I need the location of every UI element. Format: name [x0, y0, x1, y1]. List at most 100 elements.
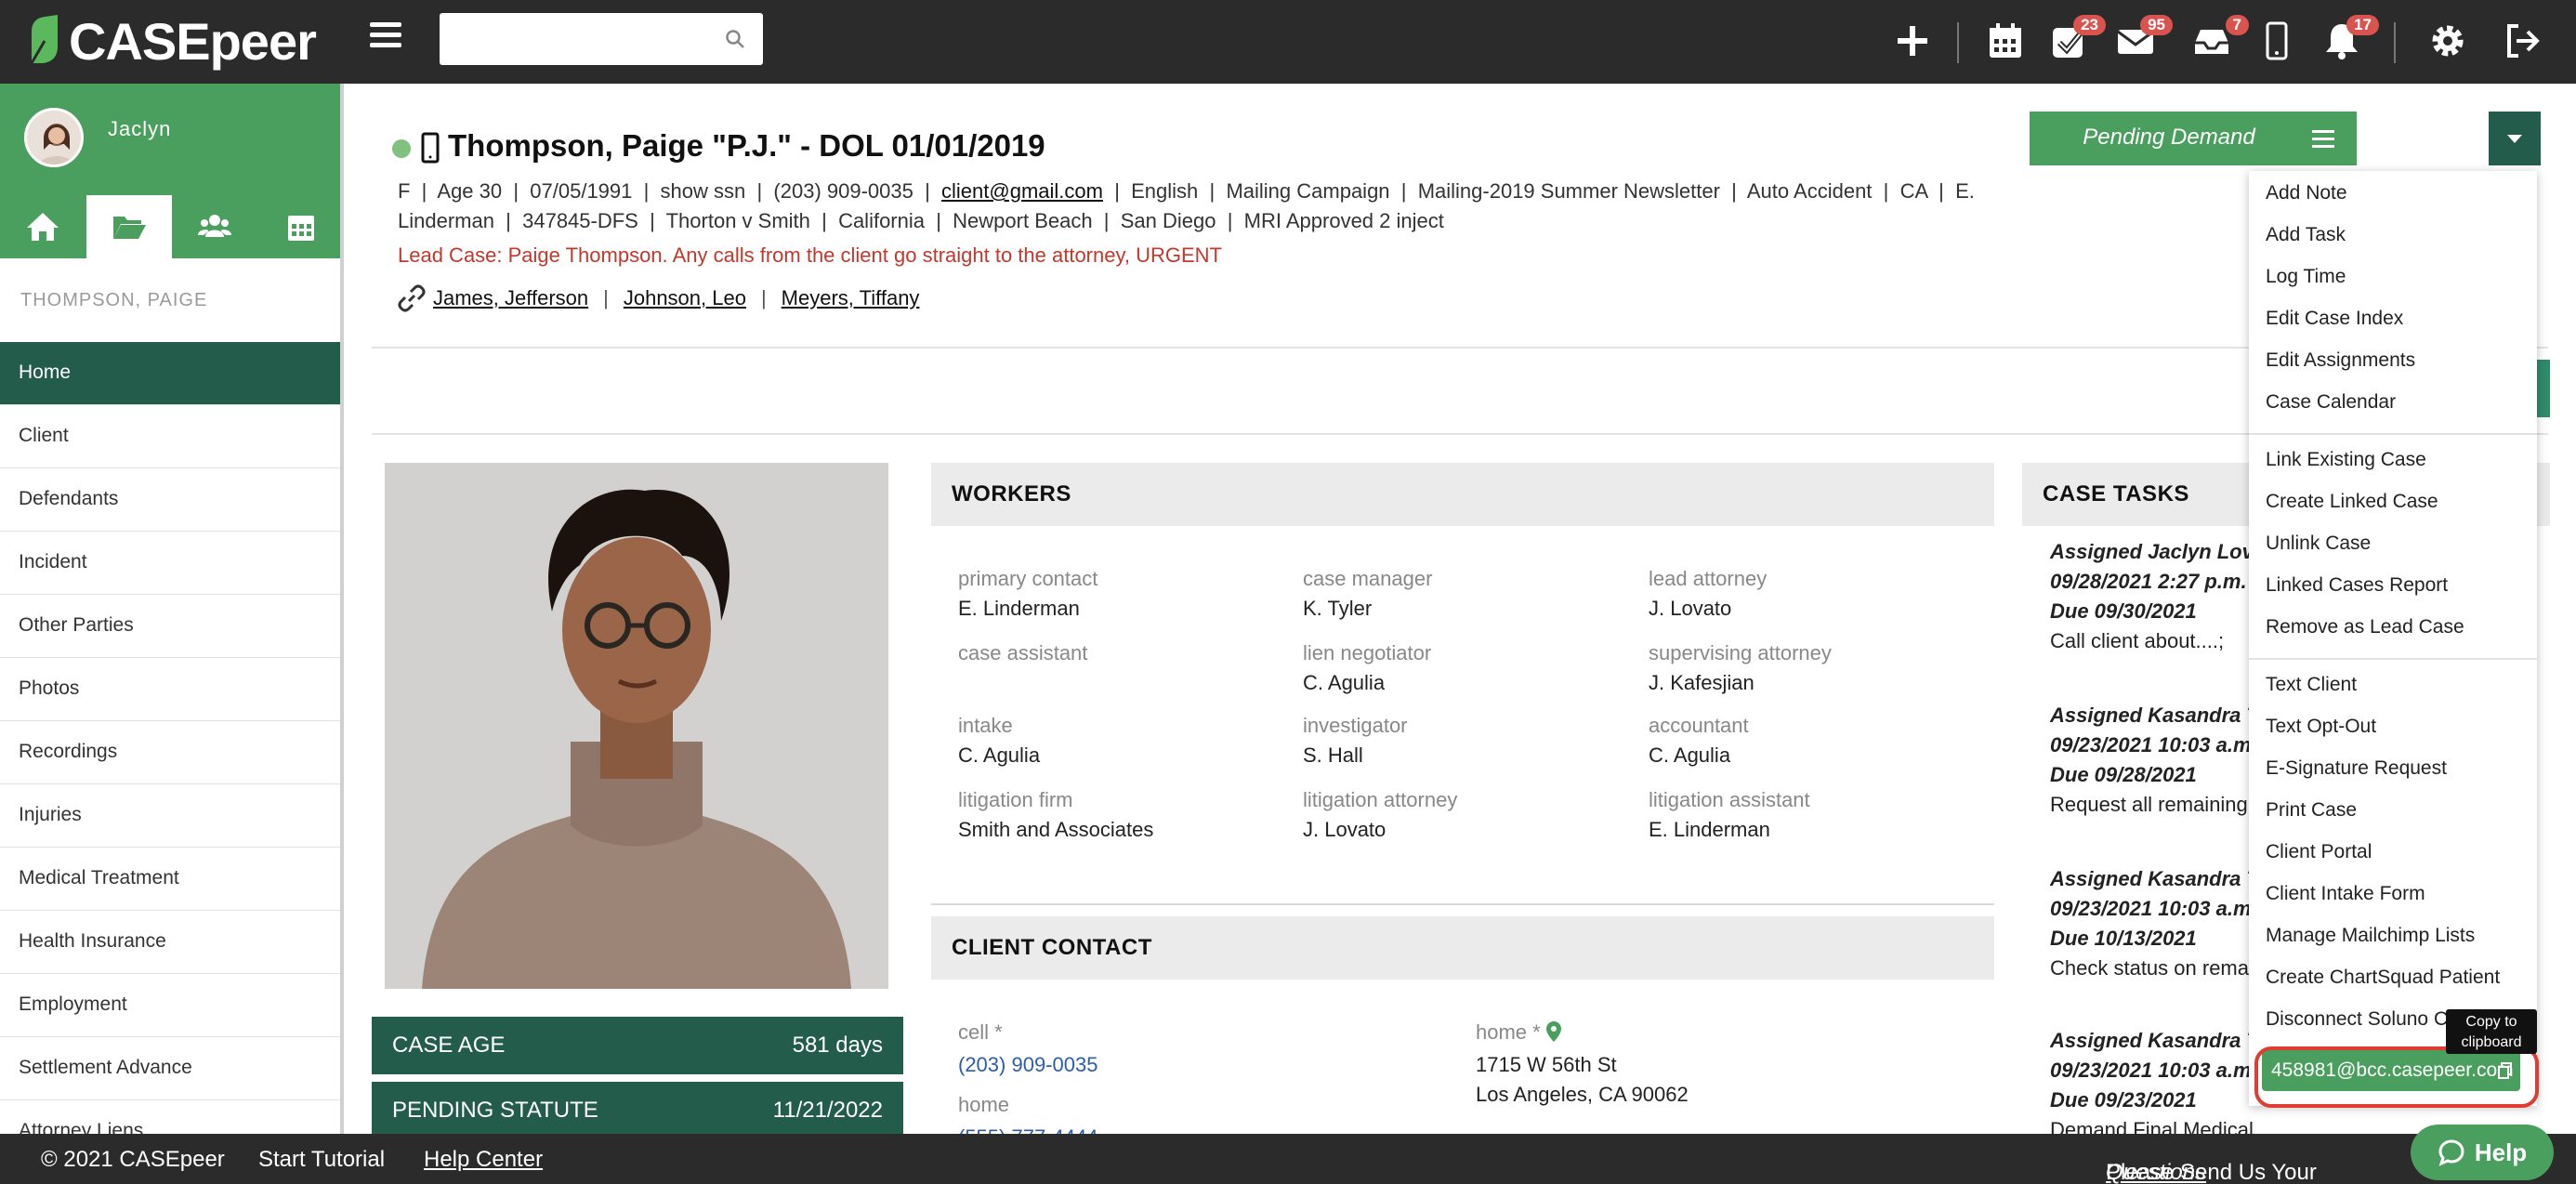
- menu-item-client-portal[interactable]: Client Portal: [2266, 841, 2372, 863]
- menu-item-remove-as-lead-case[interactable]: Remove as Lead Case: [2266, 616, 2464, 638]
- actions-dropdown-toggle[interactable]: [2489, 112, 2541, 165]
- sidebar-item-health-insurance[interactable]: Health Insurance: [0, 911, 340, 974]
- worker-litigation-assistant: litigation assistant E. Linderman: [1649, 788, 1810, 842]
- sidebar-item-medical-treatment[interactable]: Medical Treatment: [0, 848, 340, 911]
- menu-item-create-chartsquad-patient[interactable]: Create ChartSquad Patient: [2266, 967, 2500, 989]
- divider: [372, 347, 2548, 349]
- task-description: Call client about....;: [2050, 629, 2225, 652]
- linked-case-link[interactable]: Johnson, Leo: [624, 286, 746, 310]
- case-status-label: Pending Demand: [2083, 125, 2255, 150]
- tab-contacts[interactable]: [172, 195, 258, 258]
- worker-value: J. Kafesjian: [1649, 671, 1755, 694]
- start-tutorial-link[interactable]: Start Tutorial: [258, 1147, 385, 1173]
- worker-value: E. Linderman: [1649, 818, 1770, 841]
- home-phone-label: home: [958, 1093, 1010, 1116]
- footer: © 2021 CASEpeer Start Tutorial Help Cent…: [0, 1134, 2576, 1184]
- sidebar-item-other-parties[interactable]: Other Parties: [0, 595, 340, 658]
- linked-case-link[interactable]: James, Jefferson: [433, 286, 588, 310]
- menu-item-create-linked-case[interactable]: Create Linked Case: [2266, 491, 2438, 513]
- caret-down-icon: [2507, 134, 2522, 143]
- sidebar-item-defendants[interactable]: Defendants: [0, 468, 340, 532]
- add-icon[interactable]: [1888, 17, 1937, 65]
- sidebar-item-recordings[interactable]: Recordings: [0, 721, 340, 784]
- worker-value: C. Agulia: [958, 743, 1041, 767]
- search-input[interactable]: [440, 13, 763, 65]
- client-email-link[interactable]: client@gmail.com: [941, 179, 1103, 203]
- worker-supervising-attorney: supervising attorney J. Kafesjian: [1649, 641, 1832, 695]
- logout-icon[interactable]: [2498, 17, 2546, 65]
- menu-item-case-calendar[interactable]: Case Calendar: [2266, 391, 2396, 414]
- task-item[interactable]: Assigned Kasandra Tyler 09/23/2021 10:03…: [2050, 864, 2254, 983]
- mobile-phone-icon: [421, 132, 440, 164]
- task-item[interactable]: Assigned Kasandra Tyler 09/23/2021 10:03…: [2050, 701, 2254, 820]
- menu-toggle-icon[interactable]: [370, 22, 401, 48]
- avatar[interactable]: [24, 108, 84, 167]
- users-group-icon: [198, 215, 232, 237]
- sidebar-item-incident[interactable]: Incident: [0, 532, 340, 595]
- menu-item-e-signature-request[interactable]: E-Signature Request: [2266, 757, 2447, 780]
- worker-label: lien negotiator: [1303, 641, 1432, 664]
- tab-home[interactable]: [0, 195, 86, 258]
- menu-item-add-note[interactable]: Add Note: [2266, 182, 2347, 204]
- inbox-icon[interactable]: 7: [2188, 15, 2249, 65]
- help-button-label: Help: [2474, 1138, 2528, 1166]
- worker-label: investigator: [1303, 714, 1408, 737]
- menu-item-text-client[interactable]: Text Client: [2266, 674, 2357, 696]
- worker-value: S. Hall: [1303, 743, 1363, 767]
- menu-item-manage-mailchimp-lists[interactable]: Manage Mailchimp Lists: [2266, 925, 2475, 947]
- worker-label: supervising attorney: [1649, 641, 1832, 664]
- calendar-icon[interactable]: [1981, 17, 2030, 65]
- task-item[interactable]: Assigned Kasandra Tyler 09/23/2021 10:03…: [2050, 1026, 2254, 1145]
- settings-gear-icon[interactable]: [2424, 17, 2472, 65]
- home-address-line1: 1715 W 56th St: [1476, 1053, 1617, 1076]
- casepeer-logo[interactable]: CASEpeer: [26, 7, 317, 74]
- leaf-logo-icon: [30, 15, 58, 64]
- sidebar-item-home[interactable]: Home: [0, 342, 340, 405]
- task-item[interactable]: Assigned Jaclyn Lovato 09/28/2021 2:27 p…: [2050, 537, 2254, 656]
- sidebar-item-photos[interactable]: Photos: [0, 658, 340, 721]
- notifications-bell-icon[interactable]: 17: [2318, 15, 2379, 65]
- tab-calendar[interactable]: [258, 195, 345, 258]
- mail-icon[interactable]: 95: [2111, 15, 2173, 65]
- help-button[interactable]: Help: [2411, 1125, 2554, 1180]
- menu-item-linked-cases-report[interactable]: Linked Cases Report: [2266, 574, 2448, 597]
- cell-phone-link[interactable]: (203) 909-0035: [958, 1050, 1097, 1080]
- menu-item-text-opt-out[interactable]: Text Opt-Out: [2266, 716, 2376, 738]
- highlight-ring: [2254, 1046, 2539, 1108]
- case-age-bar: CASE AGE 581 days: [372, 1017, 903, 1074]
- menu-item-log-time[interactable]: Log Time: [2266, 266, 2346, 288]
- linked-case-link[interactable]: Meyers, Tiffany: [782, 286, 920, 310]
- worker-value: E. Linderman: [958, 597, 1080, 620]
- menu-item-add-task[interactable]: Add Task: [2266, 224, 2346, 246]
- task-due: Due 09/28/2021: [2050, 763, 2197, 786]
- user-name: Jaclyn: [108, 117, 172, 140]
- case-actions-menu: Add Note Add Task Log Time Edit Case Ind…: [2249, 171, 2537, 1106]
- worker-value: J. Lovato: [1649, 597, 1732, 620]
- sidebar-item-injuries[interactable]: Injuries: [0, 784, 340, 848]
- task-due: Due 10/13/2021: [2050, 927, 2197, 950]
- sidebar-item-employment[interactable]: Employment: [0, 974, 340, 1037]
- tab-cases[interactable]: [85, 195, 172, 258]
- help-center-link[interactable]: Help Center: [424, 1147, 543, 1173]
- menu-item-link-existing-case[interactable]: Link Existing Case: [2266, 449, 2426, 471]
- menu-item-edit-case-index[interactable]: Edit Case Index: [2266, 308, 2403, 330]
- sidebar-item-client[interactable]: Client: [0, 405, 340, 468]
- menu-item-unlink-case[interactable]: Unlink Case: [2266, 533, 2371, 555]
- mobile-icon[interactable]: [2253, 17, 2301, 65]
- search-icon[interactable]: [724, 28, 746, 50]
- copyright-text: © 2021 CASEpeer: [41, 1147, 225, 1172]
- chat-bubble-icon: [2438, 1139, 2464, 1166]
- case-status-button[interactable]: Pending Demand: [2030, 112, 2357, 165]
- questions-link[interactable]: Questions: [2106, 1160, 2206, 1184]
- sidebar-item-settlement-advance[interactable]: Settlement Advance: [0, 1037, 340, 1100]
- menu-item-client-intake-form[interactable]: Client Intake Form: [2266, 883, 2425, 905]
- menu-item-print-case[interactable]: Print Case: [2266, 799, 2357, 822]
- tasks-badge: 23: [2073, 15, 2106, 35]
- map-pin-icon[interactable]: [1545, 1021, 1561, 1042]
- menu-item-edit-assignments[interactable]: Edit Assignments: [2266, 349, 2415, 372]
- worker-accountant: accountant C. Agulia: [1649, 714, 1749, 768]
- tasks-icon[interactable]: 23: [2044, 15, 2106, 65]
- client-photo[interactable]: [385, 463, 888, 989]
- client-contact-heading: CLIENT CONTACT: [931, 916, 1994, 980]
- task-due: Due 09/23/2021: [2050, 1088, 2197, 1112]
